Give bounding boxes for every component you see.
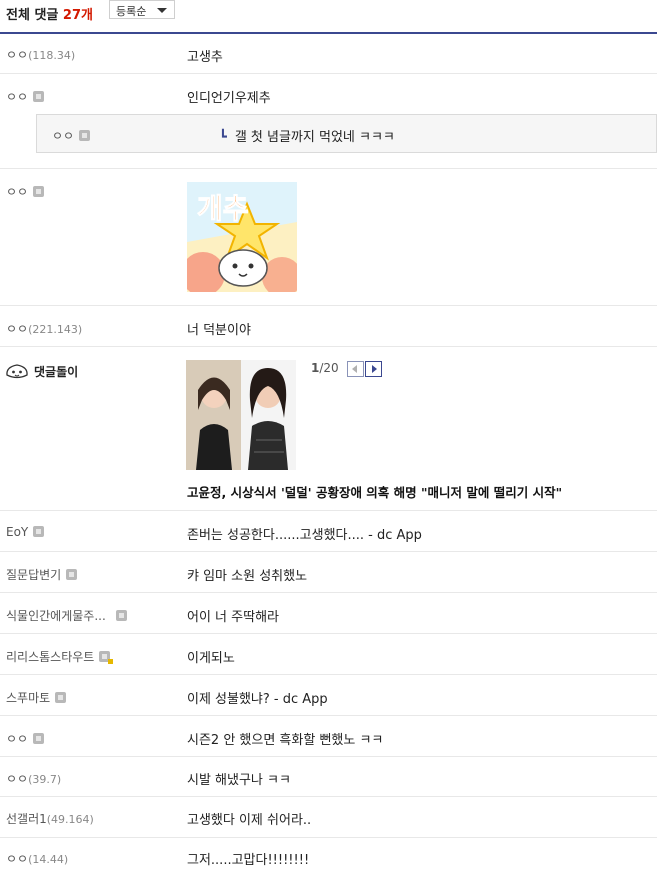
comment-nick[interactable]: ㅇㅇ(118.34) (6, 46, 75, 63)
gallog-icon[interactable] (66, 569, 78, 580)
sticker-caption: 개추 (197, 192, 249, 225)
gallog-icon[interactable] (55, 692, 67, 703)
comment-text: 너 덕분이야 (187, 323, 251, 338)
comment-nick[interactable]: ㅇㅇ(39.7) (6, 770, 61, 787)
comment-text: 캬 임마 소원 성취했노 (187, 569, 308, 584)
comment-ip: (14.44) (28, 853, 69, 866)
comment-nick[interactable]: 식물인간에게물주... (6, 607, 127, 624)
comment-nick[interactable]: ㅇㅇ(14.44) (6, 850, 68, 867)
gallog-icon[interactable] (33, 526, 45, 537)
next-page-button[interactable] (365, 361, 382, 377)
comment-text: 고생추 (187, 50, 223, 65)
gallog-icon[interactable] (33, 186, 45, 197)
comment-row: 선갤러1(49.164) 고생했다 이제 쉬어라.. (0, 797, 657, 838)
comment-row: 식물인간에게물주... 어이 너 주딱해라 (0, 593, 657, 634)
comment-nick[interactable]: EoY (6, 525, 45, 539)
comment-count: 27개 (62, 8, 93, 23)
comment-row: ㅇㅇ 인디언기우제추 ㅇㅇ ┗ 갤 첫 념글까지 먹었네 ㅋㅋㅋ (0, 74, 657, 169)
sort-dropdown-label: 등록순 (116, 5, 147, 18)
comment-nick[interactable]: ㅇㅇ(221.143) (6, 320, 82, 337)
comment-text: 이제 성불했냐? - dc App (187, 692, 328, 707)
comment-text: 그저.....고맙다!!!!!!!! (187, 853, 310, 868)
news-pager: 1/20 (311, 361, 339, 375)
gallog-icon[interactable] (33, 91, 45, 102)
comment-text: 시즌2 안 했으면 흑화할 뻔했노 ㅋㅋ (187, 733, 384, 748)
comment-row: 스푸마토 이제 성불했냐? - dc App (0, 675, 657, 716)
prev-page-button[interactable] (347, 361, 364, 377)
comment-nick[interactable]: 스푸마토 (6, 689, 67, 706)
caret-down-icon (157, 8, 167, 13)
reply-box: ㅇㅇ ┗ 갤 첫 념글까지 먹었네 ㅋㅋㅋ (36, 114, 657, 153)
comment-row: EoY 존버는 성공한다......고생했다.... - dc App (0, 511, 657, 552)
comment-row: 질문답변기 캬 임마 소원 성취했노 (0, 552, 657, 593)
comment-text: 고생했다 이제 쉬어라.. (187, 813, 312, 828)
comment-nick[interactable]: 질문답변기 (6, 566, 78, 583)
comment-ip: (118.34) (28, 49, 76, 62)
reply-text: ┗ 갤 첫 념글까지 먹었네 ㅋㅋㅋ (219, 130, 395, 145)
comment-text: 이게되노 (187, 651, 235, 666)
comment-nick[interactable]: ㅇㅇ (6, 183, 45, 200)
comment-row: ㅇㅇ 시즌2 안 했으면 흑화할 뻔했노 ㅋㅋ (0, 716, 657, 757)
comment-text: 인디언기우제추 (187, 91, 271, 106)
pager-total: /20 (319, 361, 339, 375)
news-thumbnail-image[interactable] (186, 360, 296, 470)
bot-nick[interactable]: 댓글돌이 (4, 361, 78, 381)
gallog-icon[interactable] (115, 610, 127, 621)
comment-row: ㅇㅇ(39.7) 시발 해냈구나 ㅋㅋ (0, 757, 657, 797)
reply-arrow-icon: ┗ (219, 130, 227, 145)
gallog-lock-icon[interactable] (99, 651, 114, 664)
comment-ip: (221.143) (28, 323, 83, 336)
comment-text: 존버는 성공한다......고생했다.... - dc App (187, 528, 422, 543)
dccon-sticker-image[interactable]: 개추 (187, 182, 297, 292)
comment-ip: (39.7) (28, 773, 62, 786)
comment-row: ㅇㅇ(118.34) 고생추 (0, 34, 657, 74)
gallog-icon[interactable] (79, 130, 91, 141)
comment-nick[interactable]: ㅇㅇ (6, 730, 45, 747)
comment-nick[interactable]: ㅇㅇ (6, 88, 45, 105)
sort-dropdown[interactable]: 등록순 (109, 0, 175, 19)
comment-row: ㅇㅇ(14.44) 그저.....고맙다!!!!!!!! (0, 838, 657, 873)
chevron-right-icon (372, 365, 377, 373)
news-title-link[interactable]: 고윤정, 시상식서 '덜덜' 공황장애 의혹 해명 "매니저 말에 떨리기 시작… (187, 482, 562, 501)
comment-text: 어이 너 주딱해라 (187, 610, 279, 625)
comment-text: 시발 해냈구나 ㅋㅋ (187, 773, 291, 788)
comment-row: ㅇㅇ(221.143) 너 덕분이야 (0, 306, 657, 347)
comment-nick[interactable]: 선갤러1(49.164) (6, 810, 94, 827)
comment-count-title: 전체 댓글 27개 (6, 4, 93, 23)
gallog-icon[interactable] (33, 733, 45, 744)
bot-avatar-icon (6, 364, 28, 379)
chevron-left-icon (352, 365, 357, 373)
comment-title-label: 전체 댓글 (6, 8, 59, 23)
comment-row: 리리스톰스타우트 이게되노 (0, 634, 657, 675)
comment-row: ㅇㅇ 개추 (0, 169, 657, 306)
reply-nick[interactable]: ㅇㅇ (52, 127, 91, 144)
comment-nick[interactable]: 리리스톰스타우트 (6, 648, 114, 665)
comment-row: 댓글돌이 1/20 고윤정, 시상식서 '덜덜' 공황장애 의혹 해명 "매니저… (0, 347, 657, 511)
comment-header: 전체 댓글 27개 등록순 (0, 0, 657, 34)
comment-ip: (49.164) (46, 813, 94, 826)
